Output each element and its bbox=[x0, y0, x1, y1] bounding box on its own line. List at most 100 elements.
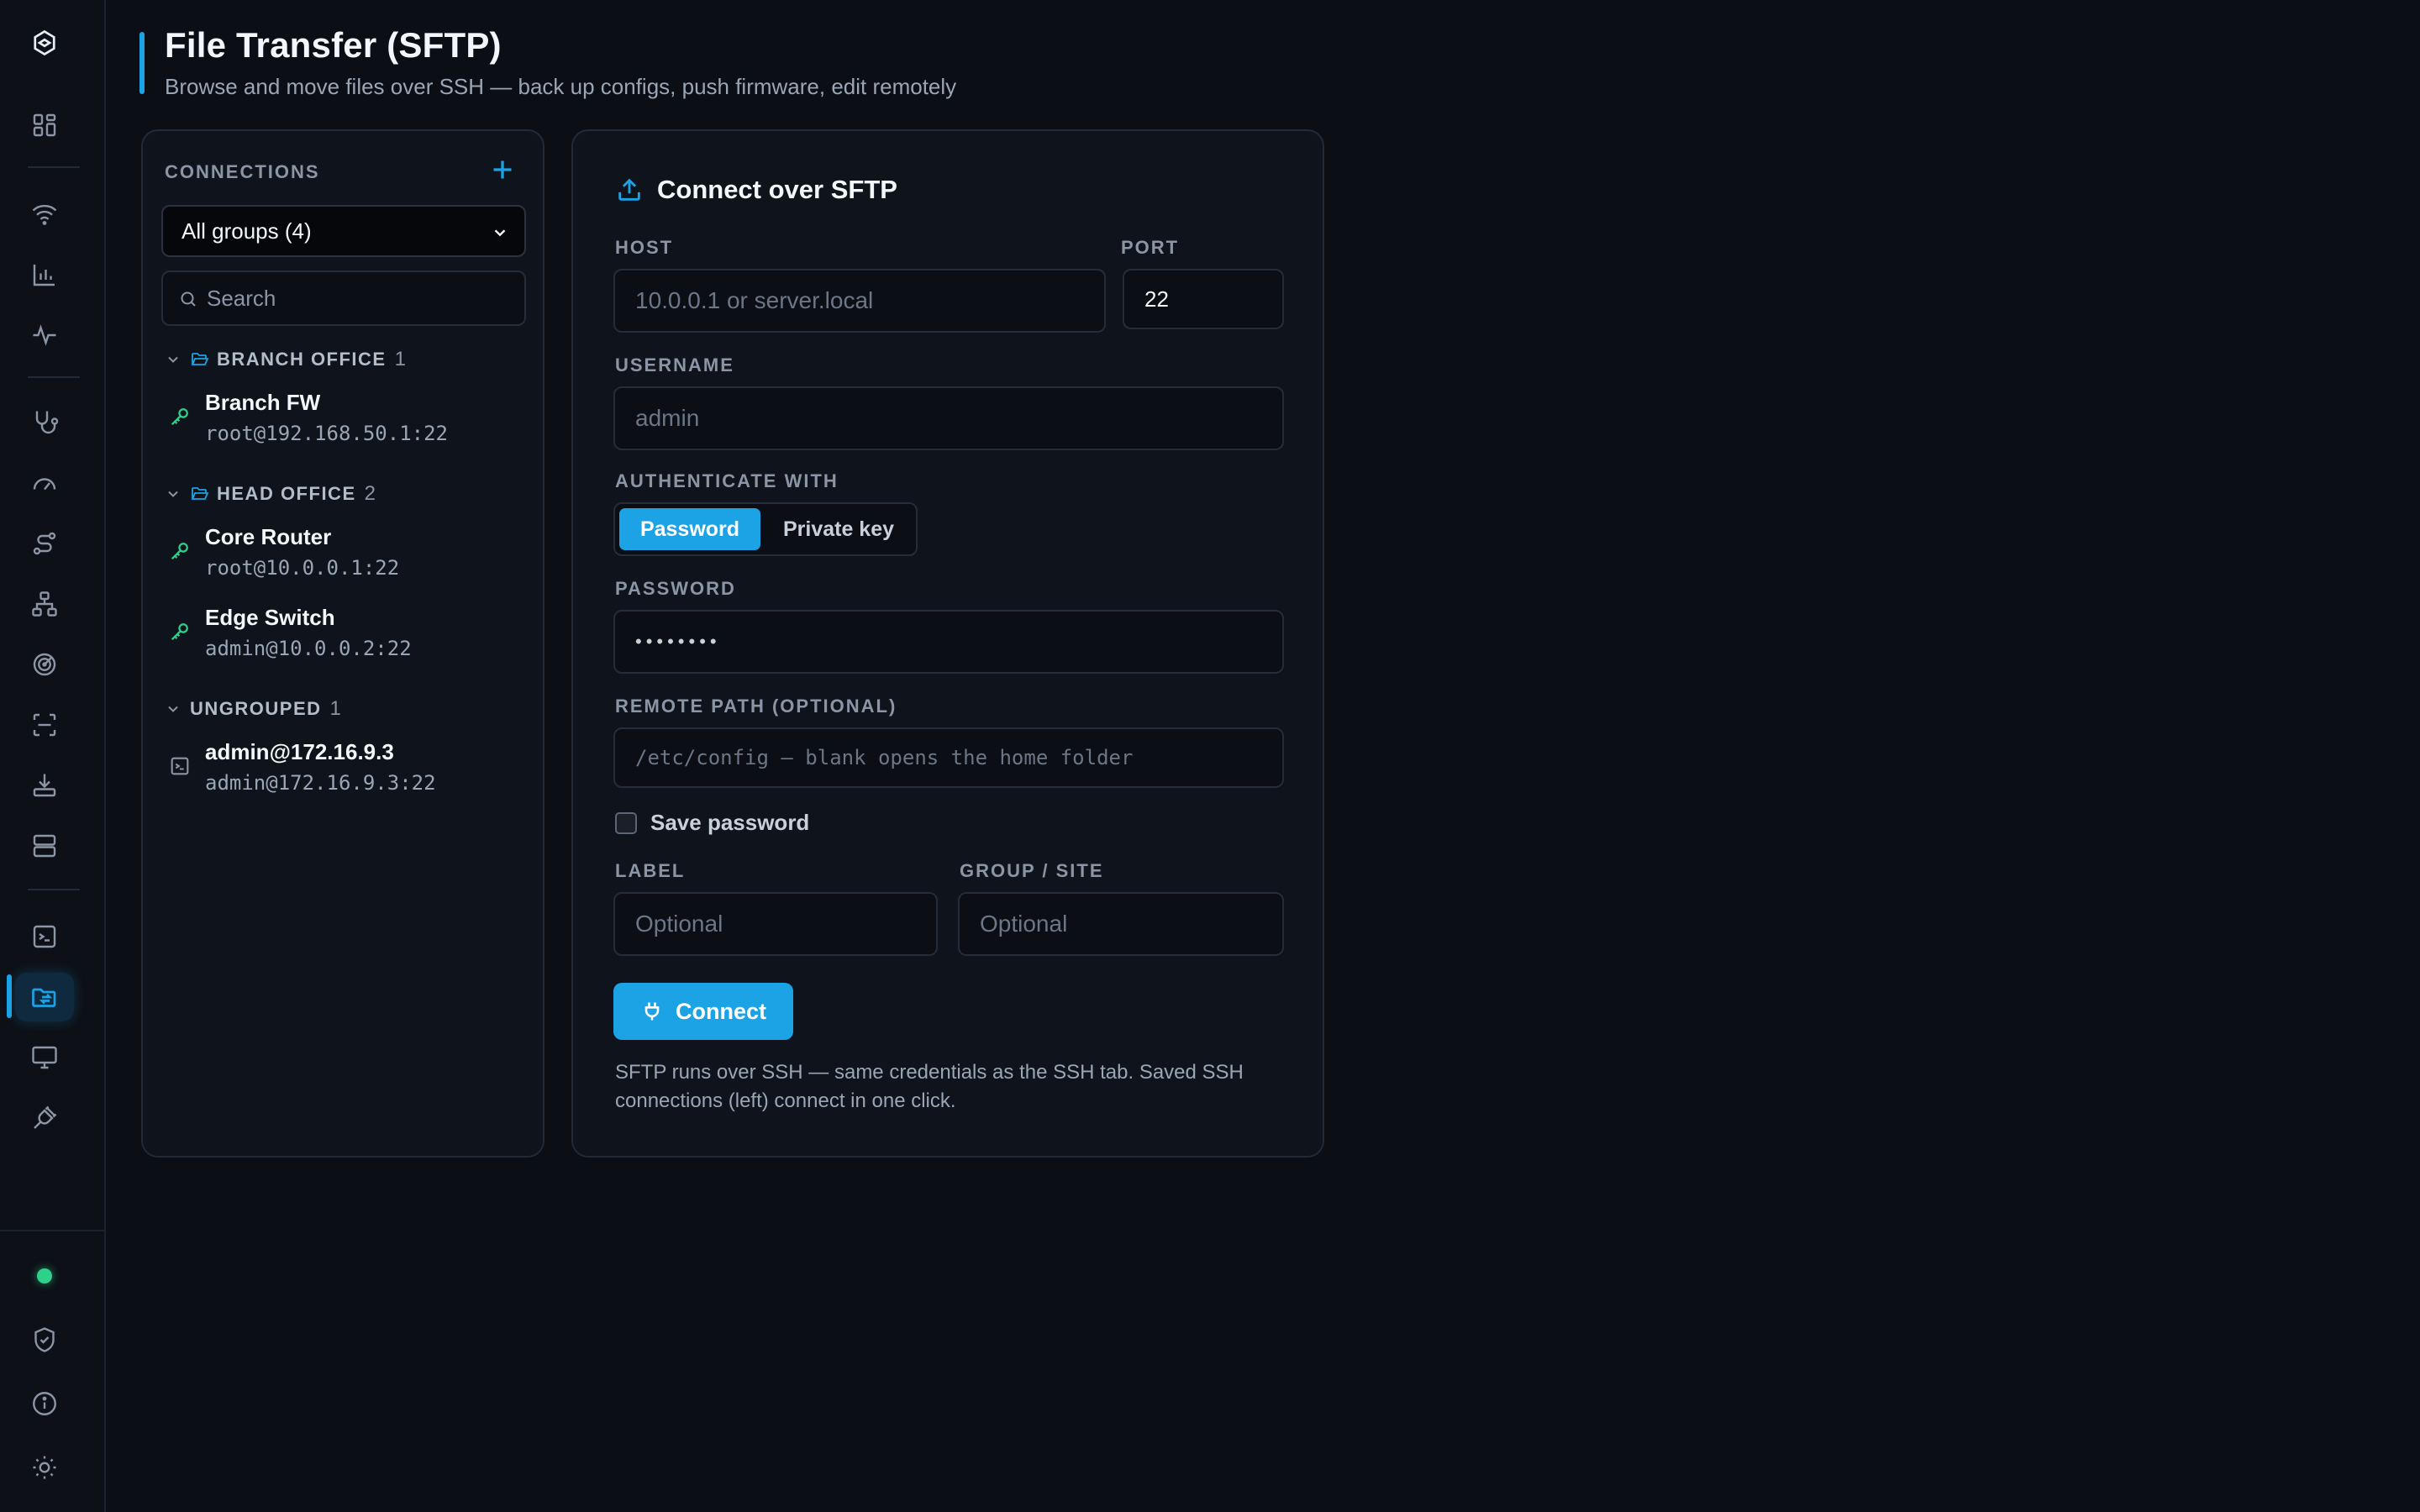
info-icon[interactable] bbox=[15, 1379, 74, 1428]
connect-button-label: Connect bbox=[676, 998, 766, 1024]
folder-open-icon bbox=[191, 353, 209, 365]
label-field-label: LABEL bbox=[615, 860, 686, 881]
download-tray-icon[interactable] bbox=[15, 761, 74, 810]
group-filter-value: All groups (4) bbox=[182, 218, 312, 244]
sidebar-divider bbox=[0, 1230, 106, 1231]
group-name: UNGROUPED bbox=[190, 698, 322, 719]
route-icon[interactable] bbox=[15, 519, 74, 568]
terminal-icon bbox=[171, 757, 189, 775]
monitor-icon[interactable] bbox=[15, 1033, 74, 1082]
username-label: USERNAME bbox=[615, 354, 734, 375]
activity-pulse-icon[interactable] bbox=[15, 311, 74, 360]
network-topology-icon[interactable] bbox=[15, 580, 74, 628]
connections-panel: CONNECTIONS All groups (4) Search BRANCH… bbox=[141, 129, 544, 1158]
terminal-icon[interactable] bbox=[15, 912, 74, 961]
port-value: 22 bbox=[1144, 286, 1169, 312]
chevron-down-icon bbox=[168, 491, 178, 497]
page-title: File Transfer (SFTP) bbox=[165, 25, 502, 65]
group-site-placeholder: Optional bbox=[980, 911, 1068, 937]
port-input[interactable]: 22 bbox=[1123, 269, 1284, 329]
app-logo-icon[interactable] bbox=[15, 18, 74, 67]
radar-icon[interactable] bbox=[15, 640, 74, 689]
chevron-down-icon bbox=[168, 706, 178, 712]
host-placeholder: 10.0.0.1 or server.local bbox=[635, 287, 874, 313]
connection-name: admin@172.16.9.3 bbox=[205, 739, 394, 764]
active-indicator bbox=[7, 974, 12, 1018]
sun-icon[interactable] bbox=[15, 1443, 74, 1492]
sidebar-divider bbox=[28, 376, 80, 378]
plug-cable-icon[interactable] bbox=[15, 1094, 74, 1142]
key-icon bbox=[171, 408, 188, 426]
connection-address: root@192.168.50.1:22 bbox=[205, 422, 448, 445]
server-icon[interactable] bbox=[15, 822, 74, 870]
label-input[interactable]: Optional bbox=[613, 892, 938, 956]
save-password-label: Save password bbox=[650, 810, 810, 835]
connection-name: Edge Switch bbox=[205, 605, 335, 630]
folder-transfer-icon[interactable] bbox=[15, 973, 74, 1021]
folder-open-icon bbox=[191, 487, 209, 500]
page-subtitle: Browse and move files over SSH — back up… bbox=[165, 74, 957, 99]
group-header-head-office[interactable]: HEAD OFFICE 2 bbox=[165, 480, 376, 507]
key-icon bbox=[171, 543, 188, 560]
connection-item-core-router[interactable]: Core Router root@10.0.0.1:22 bbox=[165, 517, 526, 585]
auth-label: AUTHENTICATE WITH bbox=[615, 470, 839, 491]
plug-icon bbox=[644, 1002, 660, 1021]
group-site-input[interactable]: Optional bbox=[958, 892, 1284, 956]
wifi-icon[interactable] bbox=[15, 190, 74, 239]
host-input[interactable]: 10.0.0.1 or server.local bbox=[613, 269, 1106, 333]
connection-name: Core Router bbox=[205, 524, 332, 549]
stethoscope-icon[interactable] bbox=[15, 398, 74, 447]
sftp-help-note: SFTP runs over SSH — same credentials as… bbox=[615, 1061, 1244, 1112]
connection-address: admin@172.16.9.3:22 bbox=[205, 771, 436, 795]
connection-address: admin@10.0.0.2:22 bbox=[205, 637, 412, 660]
password-value: •••••••• bbox=[635, 631, 721, 652]
form-title: Connect over SFTP bbox=[615, 175, 897, 205]
form-title-text: Connect over SFTP bbox=[657, 175, 897, 204]
group-name: HEAD OFFICE bbox=[217, 483, 356, 504]
chevron-down-icon bbox=[168, 356, 178, 363]
upload-icon bbox=[618, 178, 640, 201]
save-password-row[interactable]: Save password bbox=[615, 810, 809, 836]
port-label: PORT bbox=[1121, 237, 1180, 258]
sftp-connect-panel: Connect over SFTP HOST 10.0.0.1 or serve… bbox=[571, 129, 1324, 1158]
connection-name: Branch FW bbox=[205, 390, 321, 415]
speedometer-icon[interactable] bbox=[15, 459, 74, 507]
key-icon bbox=[171, 623, 188, 641]
connect-button[interactable]: Connect bbox=[613, 983, 793, 1040]
sidebar-rail bbox=[0, 0, 106, 1512]
title-accent-bar bbox=[139, 32, 145, 94]
connection-item-ungrouped-admin[interactable]: admin@172.16.9.3 admin@172.16.9.3:22 bbox=[165, 732, 526, 800]
remote-path-label: REMOTE PATH (OPTIONAL) bbox=[615, 696, 897, 717]
connection-search-input[interactable]: Search bbox=[161, 270, 526, 326]
search-icon bbox=[181, 291, 196, 307]
group-filter-select[interactable]: All groups (4) bbox=[161, 205, 526, 257]
group-count: 2 bbox=[364, 482, 376, 505]
dashboard-grid-icon[interactable] bbox=[15, 101, 74, 150]
scan-icon[interactable] bbox=[15, 701, 74, 749]
group-site-label: GROUP / SITE bbox=[960, 860, 1104, 881]
chevron-down-icon bbox=[494, 229, 506, 237]
bar-chart-icon[interactable] bbox=[15, 250, 74, 299]
plus-icon bbox=[493, 160, 512, 179]
sidebar-divider bbox=[28, 166, 80, 168]
connection-item-edge-switch[interactable]: Edge Switch admin@10.0.0.2:22 bbox=[165, 598, 526, 665]
password-label: PASSWORD bbox=[615, 578, 736, 599]
connection-item-branch-fw[interactable]: Branch FW root@192.168.50.1:22 bbox=[165, 383, 526, 450]
host-label: HOST bbox=[615, 237, 674, 258]
group-header-ungrouped[interactable]: UNGROUPED 1 bbox=[165, 696, 341, 722]
save-password-checkbox[interactable] bbox=[615, 811, 637, 834]
username-input[interactable]: admin bbox=[613, 386, 1284, 450]
connections-heading: CONNECTIONS bbox=[165, 161, 320, 182]
password-input[interactable]: •••••••• bbox=[613, 610, 1284, 674]
auth-option-password[interactable]: Password bbox=[619, 508, 760, 550]
add-connection-button[interactable] bbox=[487, 155, 518, 185]
group-header-branch-office[interactable]: BRANCH OFFICE 1 bbox=[165, 346, 406, 373]
auth-method-toggle: Password Private key bbox=[613, 502, 918, 556]
group-count: 1 bbox=[394, 348, 406, 370]
remote-path-input[interactable]: /etc/config — blank opens the home folde… bbox=[613, 727, 1284, 788]
shield-check-icon[interactable] bbox=[15, 1315, 74, 1364]
remote-path-placeholder: /etc/config — blank opens the home folde… bbox=[635, 746, 1134, 769]
group-name: BRANCH OFFICE bbox=[217, 349, 387, 370]
auth-option-private-key[interactable]: Private key bbox=[765, 508, 913, 550]
connection-address: root@10.0.0.1:22 bbox=[205, 556, 400, 580]
